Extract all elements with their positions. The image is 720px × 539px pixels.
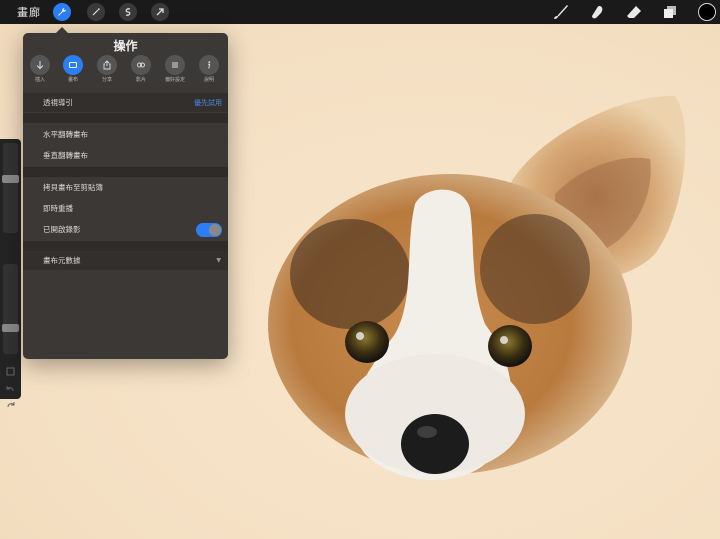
panel-pointer	[55, 27, 69, 34]
color-picker-button[interactable]	[698, 3, 716, 21]
live-replay-label: 即時重播	[43, 204, 73, 213]
share-icon	[103, 60, 111, 70]
actions-panel: 操作 插入 畫布 分享 影片 偏好設定 說明 透視導引 優先試用 水平翻轉畫布 …	[23, 27, 228, 359]
undo-icon	[6, 386, 14, 392]
adjustments-button[interactable]	[87, 3, 105, 21]
tab-help[interactable]: 說明	[194, 55, 224, 83]
recording-toggle[interactable]	[196, 222, 222, 237]
top-toolbar: 畫廊	[0, 0, 720, 24]
recording-label: 已開啟錄影	[43, 225, 81, 234]
tab-video[interactable]: 影片	[126, 55, 156, 83]
modify-button[interactable]	[4, 362, 17, 376]
tab-help-label: 說明	[203, 77, 214, 83]
layers-button[interactable]	[661, 3, 679, 21]
flip-vertical-row[interactable]: 垂直翻轉畫布	[23, 146, 228, 165]
wrench-icon	[58, 7, 67, 16]
gallery-button[interactable]: 畫廊	[17, 4, 41, 20]
undo-button[interactable]	[4, 379, 17, 392]
flip-vertical-label: 垂直翻轉畫布	[43, 151, 88, 160]
tab-share[interactable]: 分享	[92, 55, 122, 83]
insert-icon	[36, 61, 44, 70]
section-divider	[23, 241, 228, 251]
panel-title: 操作	[113, 39, 138, 53]
square-icon	[6, 367, 15, 376]
eraser-button[interactable]	[625, 3, 643, 21]
opacity-slider[interactable]	[2, 264, 19, 354]
brush-size-slider[interactable]	[2, 143, 19, 233]
perspective-guide-value[interactable]: 優先試用	[194, 98, 222, 108]
eraser-icon	[627, 6, 641, 18]
tab-video-label: 影片	[135, 77, 146, 83]
redo-button[interactable]	[4, 395, 17, 408]
tab-preferences[interactable]: 偏好設定	[160, 55, 190, 83]
smudge-button[interactable]	[588, 3, 606, 21]
tab-canvas[interactable]: 畫布	[58, 55, 88, 83]
actions-wrench-button[interactable]	[53, 3, 71, 21]
transform-arrow-icon	[156, 8, 164, 16]
selection-button[interactable]	[119, 3, 137, 21]
flip-horizontal-label: 水平翻轉畫布	[43, 130, 88, 139]
layers-icon	[664, 6, 676, 18]
chevron-down-icon: ▼	[216, 257, 221, 264]
section-divider	[23, 167, 228, 177]
copy-canvas-label: 拷貝畫布至剪貼簿	[43, 183, 103, 192]
brush-button[interactable]	[552, 3, 570, 21]
sidebar	[0, 139, 21, 408]
recording-row: 已開啟錄影	[23, 220, 228, 239]
brush-icon	[554, 5, 568, 19]
section-divider	[23, 113, 228, 123]
smudge-icon	[592, 6, 603, 19]
transform-button[interactable]	[151, 3, 169, 21]
live-replay-row[interactable]: 即時重播	[23, 199, 228, 218]
corgi-painting	[268, 95, 686, 481]
opacity-thumb[interactable]	[2, 324, 19, 332]
preferences-icon	[172, 62, 178, 68]
tab-share-label: 分享	[101, 77, 112, 83]
tab-preferences-label: 偏好設定	[164, 77, 185, 83]
perspective-guide-label: 透視導引	[43, 98, 73, 107]
selection-icon	[125, 8, 131, 16]
perspective-guide-row[interactable]: 透視導引 優先試用	[23, 93, 228, 112]
copy-canvas-row[interactable]: 拷貝畫布至剪貼簿	[23, 178, 228, 197]
flip-horizontal-row[interactable]: 水平翻轉畫布	[23, 125, 228, 144]
canvas-icon	[69, 62, 77, 68]
canvas-metadata-row[interactable]: 畫布元數據 ▼	[23, 251, 228, 270]
tab-insert-label: 插入	[34, 77, 45, 83]
tab-canvas-label: 畫布	[67, 77, 78, 83]
recording-toggle-knob	[209, 223, 221, 236]
magic-wand-icon	[92, 8, 100, 16]
info-icon	[208, 61, 211, 69]
tab-insert[interactable]: 插入	[25, 55, 55, 83]
brush-size-thumb[interactable]	[2, 175, 19, 183]
video-icon	[137, 62, 145, 68]
canvas-metadata-label: 畫布元數據	[43, 256, 81, 265]
redo-icon	[7, 402, 15, 408]
